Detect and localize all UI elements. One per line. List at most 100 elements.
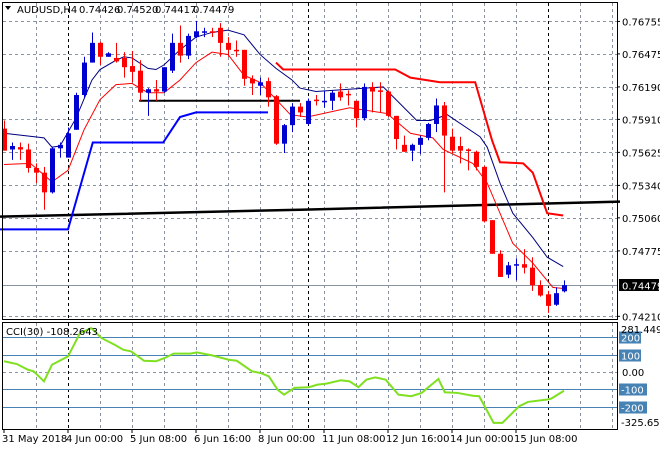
candle-body <box>346 93 351 96</box>
candle-body <box>18 147 23 150</box>
candle-body <box>402 144 407 152</box>
candle <box>514 258 519 281</box>
candle <box>346 90 351 106</box>
candle-body <box>10 146 15 150</box>
candle-body <box>434 105 439 124</box>
candle-body <box>450 136 455 151</box>
candle-body <box>338 91 343 98</box>
price-label: 0.74210 <box>622 312 660 323</box>
candle <box>50 147 55 194</box>
candle <box>370 82 375 113</box>
candle <box>394 115 399 150</box>
candle <box>362 83 367 121</box>
candle <box>162 67 167 93</box>
candle-body <box>226 42 231 50</box>
price-label: 0.75910 <box>622 115 660 126</box>
price-label: 0.74775 <box>622 247 660 258</box>
candle-body <box>410 144 415 151</box>
candle <box>114 42 119 63</box>
candle <box>18 142 23 160</box>
candle-body <box>90 42 95 63</box>
candle <box>538 280 543 297</box>
candle-body <box>154 89 159 92</box>
candle-body <box>458 146 463 151</box>
candle <box>290 103 295 133</box>
candle-body <box>202 31 207 33</box>
candle-body <box>482 166 487 222</box>
ohlc-close: 0.74479 <box>193 5 234 16</box>
candle-body <box>306 100 311 124</box>
dropdown-triangle-icon[interactable] <box>5 6 11 10</box>
candle-body <box>250 78 255 84</box>
candle <box>82 56 87 98</box>
candle-body <box>106 53 111 57</box>
candle <box>354 100 359 128</box>
candle-body <box>122 57 127 68</box>
price-label: 0.76755 <box>622 17 660 28</box>
candle <box>314 95 319 106</box>
candle-body <box>218 27 223 43</box>
ohlc-high: 0.74520 <box>117 5 158 16</box>
candle <box>274 95 279 145</box>
cci-level-label: 100 <box>621 352 640 363</box>
candle-body <box>426 123 431 138</box>
time-label: 8 Jun 00:00 <box>258 434 315 445</box>
candle-body <box>162 67 167 92</box>
candle <box>74 92 79 130</box>
slow-moving-average <box>3 29 564 267</box>
candle <box>338 83 343 101</box>
candle <box>122 52 127 78</box>
candle <box>490 220 495 254</box>
candle <box>34 163 39 184</box>
candle-body <box>298 106 303 113</box>
ohlc-low: 0.74417 <box>155 5 196 16</box>
candle-body <box>386 91 391 116</box>
candle <box>474 150 479 171</box>
candle-body <box>258 82 263 86</box>
candle <box>418 135 423 155</box>
candle <box>138 60 143 101</box>
candle-body <box>490 220 495 254</box>
candle-body <box>50 148 55 193</box>
candle-body <box>378 90 383 92</box>
candle-body <box>138 70 143 93</box>
candle <box>210 27 215 38</box>
price-label: 0.75060 <box>622 214 660 225</box>
candle-body <box>474 151 479 167</box>
price-label: 0.75625 <box>622 148 660 159</box>
grid <box>3 3 617 429</box>
candle <box>562 280 567 293</box>
candle-body <box>266 81 271 98</box>
candle <box>458 136 463 164</box>
price-label: 0.75340 <box>622 181 660 192</box>
candle <box>10 142 15 160</box>
price-label: 0.76190 <box>622 83 660 94</box>
price-axis: 0.76755 0.76475 0.76190 0.75910 0.75625 0.753… <box>617 17 660 323</box>
time-label: 4 Jun 00:00 <box>66 434 123 445</box>
candle-body <box>394 115 399 140</box>
cci-label: CCI(30) -108.2643 <box>6 327 98 338</box>
candle <box>298 103 303 118</box>
candle-body <box>26 149 31 169</box>
candle-body <box>442 105 447 136</box>
candle-body <box>562 285 567 292</box>
candle <box>106 52 111 57</box>
candle <box>282 123 287 153</box>
candle <box>434 98 439 133</box>
candle-body <box>322 100 327 103</box>
chart-canvas[interactable]: 200100-100-200 0.767550.764750.761900.75… <box>0 0 660 450</box>
candle-body <box>498 253 503 277</box>
candle <box>482 165 487 223</box>
time-label: 5 Jun 08:00 <box>130 434 187 445</box>
candle-body <box>66 133 71 158</box>
candle-body <box>74 95 79 130</box>
cci-max-label: 281.4496 <box>621 325 660 336</box>
candle <box>498 250 503 277</box>
candle <box>442 101 447 193</box>
time-label: 15 Jun 08:00 <box>514 434 578 445</box>
chart-header: AUDUSD,H4 0.74426 0.74520 0.74417 0.7447… <box>5 5 234 16</box>
current-price-marker: 0.74479 <box>619 279 660 293</box>
cci-min-label: -325.6539 <box>621 418 660 429</box>
time-label: 12 Jun 16:00 <box>386 434 450 445</box>
candle <box>42 166 47 210</box>
